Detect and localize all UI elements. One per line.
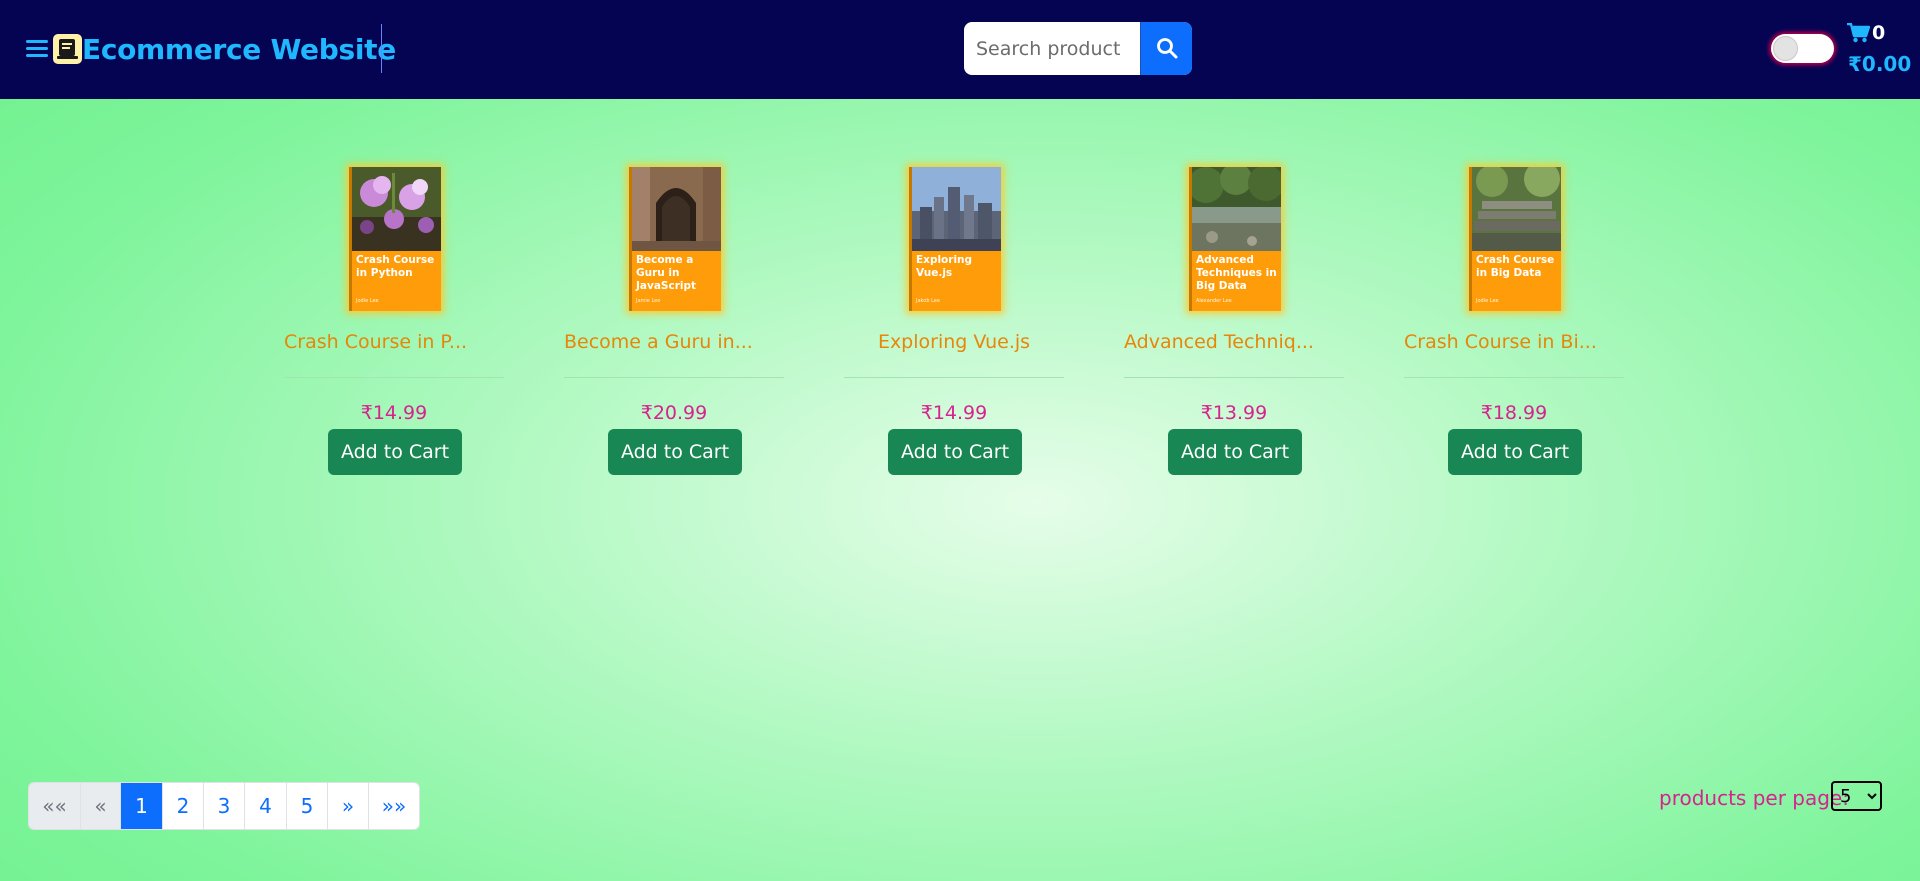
product-card: Exploring Vue.js Jakob Lee Exploring Vue… <box>844 99 1074 499</box>
pagination-first[interactable]: «« <box>29 783 81 829</box>
pagination-page-5[interactable]: 5 <box>287 783 328 829</box>
per-page-label: products per page: <box>1659 786 1849 810</box>
cover-author: Jodie Lee <box>356 298 379 304</box>
product-name[interactable]: Crash Course in Bi... <box>1404 331 1634 353</box>
pagination-page-1[interactable]: 1 <box>121 783 163 829</box>
cart-icon[interactable] <box>1847 23 1870 43</box>
divider <box>844 377 1064 378</box>
search-input[interactable] <box>964 22 1140 75</box>
product-name[interactable]: Crash Course in P... <box>284 331 514 353</box>
divider <box>1124 377 1344 378</box>
navbar: Ecommerce Website 0 ₹0.00 <box>0 0 1920 99</box>
cover-photo <box>912 167 1001 251</box>
toggle-knob <box>1773 36 1798 61</box>
divider <box>284 377 504 378</box>
cover-title: Crash Course in Python <box>356 254 435 279</box>
cover-author: Jodie Lee <box>1476 298 1499 304</box>
product-price: ₹14.99 <box>360 402 428 424</box>
text-cursor <box>381 24 382 73</box>
search-form <box>964 22 1192 75</box>
pagination: «« « 1 2 3 4 5 » »» <box>28 782 420 830</box>
add-to-cart-button[interactable]: Add to Cart <box>328 429 462 475</box>
cover-author: Jakob Lee <box>916 298 940 304</box>
add-to-cart-button[interactable]: Add to Cart <box>1448 429 1582 475</box>
pagination-next[interactable]: » <box>328 783 369 829</box>
product-price: ₹14.99 <box>920 402 988 424</box>
cart-count: 0 <box>1872 22 1886 44</box>
product-cover-image[interactable]: Advanced Techniques in Big Data Alexande… <box>1189 167 1281 311</box>
cover-photo <box>1192 167 1281 251</box>
product-card: Advanced Techniques in Big Data Alexande… <box>1124 99 1354 499</box>
add-to-cart-button[interactable]: Add to Cart <box>1168 429 1302 475</box>
pagination-prev[interactable]: « <box>81 783 121 829</box>
cover-title: Advanced Techniques in Big Data <box>1196 254 1277 292</box>
product-name[interactable]: Become a Guru in... <box>564 331 794 353</box>
product-card: Become a Guru in JavaScript Jamie Lee Be… <box>564 99 794 499</box>
cover-author: Jamie Lee <box>636 298 661 304</box>
hamburger-menu-icon[interactable] <box>26 38 48 60</box>
divider <box>564 377 784 378</box>
product-price: ₹18.99 <box>1480 402 1548 424</box>
pagination-last[interactable]: »» <box>369 783 419 829</box>
cover-photo <box>352 167 441 251</box>
pagination-page-3[interactable]: 3 <box>204 783 245 829</box>
divider <box>1404 377 1624 378</box>
product-price: ₹13.99 <box>1200 402 1268 424</box>
cover-photo <box>1472 167 1561 251</box>
cover-photo <box>632 167 721 251</box>
product-name[interactable]: Advanced Techniq... <box>1124 331 1354 353</box>
pagination-page-2[interactable]: 2 <box>163 783 204 829</box>
cover-title: Exploring Vue.js <box>916 254 973 279</box>
product-card: Crash Course in Big Data Jodie Lee Crash… <box>1404 99 1634 499</box>
product-cover-image[interactable]: Crash Course in Python Jodie Lee <box>349 167 441 311</box>
product-name[interactable]: Exploring Vue.js <box>844 331 1064 353</box>
brand-title[interactable]: Ecommerce Website <box>82 30 396 70</box>
product-cover-image[interactable]: Exploring Vue.js Jakob Lee <box>909 167 1001 311</box>
add-to-cart-button[interactable]: Add to Cart <box>888 429 1022 475</box>
book-logo-icon <box>53 34 82 64</box>
product-cover-image[interactable]: Become a Guru in JavaScript Jamie Lee <box>629 167 721 311</box>
product-price: ₹20.99 <box>640 402 708 424</box>
pagination-page-4[interactable]: 4 <box>245 783 287 829</box>
cart-total: ₹0.00 <box>1848 52 1912 76</box>
search-button[interactable] <box>1140 22 1192 75</box>
cover-author: Alexander Lee <box>1196 298 1232 304</box>
cover-title: Become a Guru in JavaScript <box>636 254 697 292</box>
product-cover-image[interactable]: Crash Course in Big Data Jodie Lee <box>1469 167 1561 311</box>
per-page-select[interactable]: 5 <box>1831 781 1882 811</box>
add-to-cart-button[interactable]: Add to Cart <box>608 429 742 475</box>
search-icon <box>1157 38 1178 59</box>
cover-title: Crash Course in Big Data <box>1476 254 1555 279</box>
product-card: Crash Course in Python Jodie Lee Crash C… <box>284 99 514 499</box>
dark-mode-toggle[interactable] <box>1771 34 1834 63</box>
